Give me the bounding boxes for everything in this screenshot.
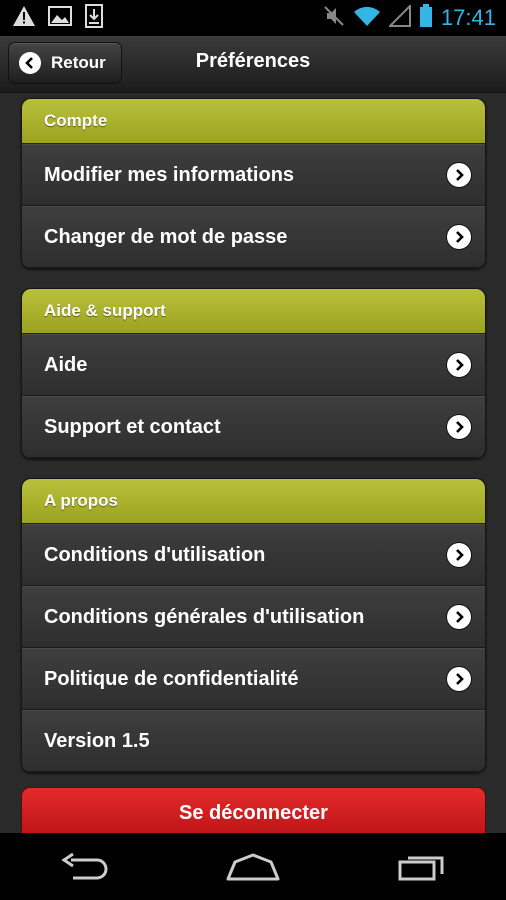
chevron-right-icon (447, 667, 471, 691)
signal-icon (387, 3, 411, 32)
chevron-right-icon (447, 353, 471, 377)
section-header: A propos (22, 479, 485, 524)
image-icon (48, 5, 72, 32)
item-conditions-utilisation[interactable]: Conditions d'utilisation (22, 524, 485, 586)
nav-home-button[interactable] (223, 847, 283, 887)
section-aide-support: Aide & support Aide Support et contact (21, 288, 486, 459)
warning-icon (12, 5, 36, 32)
system-nav-bar (0, 833, 506, 900)
item-aide[interactable]: Aide (22, 334, 485, 396)
section-a-propos: A propos Conditions d'utilisation Condit… (21, 478, 486, 773)
chevron-right-icon (447, 163, 471, 187)
item-label: Conditions générales d'utilisation (44, 605, 365, 628)
chevron-right-icon (447, 605, 471, 629)
download-icon (84, 3, 104, 33)
clock: 17:41 (440, 5, 496, 30)
chevron-right-icon (447, 543, 471, 567)
page-title: Préférences (195, 50, 311, 72)
recents-icon (398, 856, 444, 880)
nav-back-button[interactable] (54, 847, 114, 887)
item-label: Modifier mes informations (44, 163, 295, 186)
section-header: Aide & support (22, 289, 485, 334)
item-label: Aide (44, 353, 88, 376)
header-bar: Retour Préférences (0, 36, 506, 93)
section-compte: Compte Modifier mes informations Changer… (21, 98, 486, 269)
item-support-contact[interactable]: Support et contact (22, 396, 485, 458)
preferences-list[interactable]: Compte Modifier mes informations Changer… (0, 93, 506, 833)
logout-button[interactable]: Se déconnecter (21, 787, 486, 833)
chevron-right-icon (447, 415, 471, 439)
chevron-right-icon (447, 225, 471, 249)
back-arrow-icon (61, 852, 108, 879)
section-header: Compte (22, 99, 485, 144)
mute-icon (323, 5, 345, 32)
battery-icon (419, 3, 433, 33)
item-label: Politique de confidentialité (44, 667, 299, 690)
item-label: Changer de mot de passe (44, 225, 288, 248)
item-conditions-generales[interactable]: Conditions générales d'utilisation (22, 586, 485, 648)
version-row: Version 1.5 (22, 710, 485, 772)
wifi-icon (353, 5, 381, 32)
status-bar: 17:41 (0, 0, 506, 36)
item-politique-confidentialite[interactable]: Politique de confidentialité (22, 648, 485, 710)
nav-recents-button[interactable] (392, 847, 452, 887)
item-label: Support et contact (44, 415, 221, 438)
home-icon (226, 853, 280, 880)
version-label: Version 1.5 (44, 729, 150, 752)
item-label: Conditions d'utilisation (44, 543, 266, 566)
item-modifier-informations[interactable]: Modifier mes informations (22, 144, 485, 206)
item-changer-mot-de-passe[interactable]: Changer de mot de passe (22, 206, 485, 268)
